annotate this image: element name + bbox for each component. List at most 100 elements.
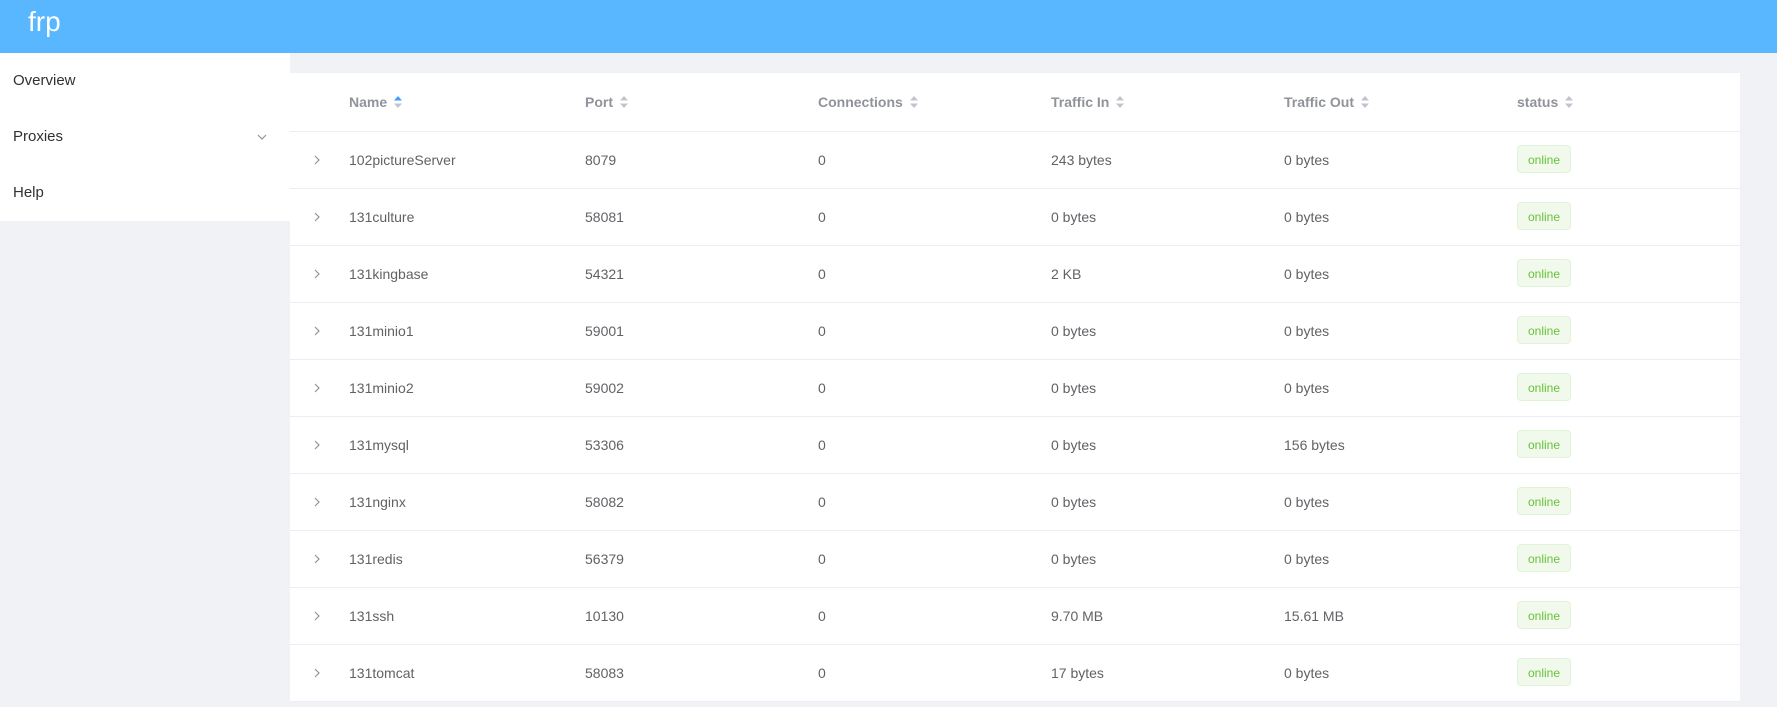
- column-header-connections[interactable]: Connections: [818, 73, 919, 131]
- table-row[interactable]: 131nginx 58082 0 0 bytes 0 bytes online: [290, 474, 1740, 531]
- table-row[interactable]: 131ssh 10130 0 9.70 MB 15.61 MB online: [290, 588, 1740, 645]
- column-header-traffic-out[interactable]: Traffic Out: [1284, 73, 1370, 131]
- status-badge: online: [1517, 202, 1572, 230]
- cell-port: 56379: [585, 551, 624, 567]
- sort-icon[interactable]: [1564, 95, 1574, 109]
- cell-port: 59002: [585, 380, 624, 396]
- cell-name: 131ssh: [349, 608, 395, 624]
- sidebar-menu: Overview Proxies Help: [0, 53, 290, 221]
- table-body: 102pictureServer 8079 0 243 bytes 0 byte…: [290, 132, 1740, 702]
- cell-name: 131minio1: [349, 323, 414, 339]
- expand-chevron-icon[interactable]: [310, 267, 324, 281]
- cell-connections: 0: [818, 152, 826, 168]
- cell-port: 58081: [585, 209, 624, 225]
- cell-traffic-in: 0 bytes: [1051, 551, 1097, 567]
- cell-traffic-in: 243 bytes: [1051, 152, 1112, 168]
- cell-traffic-out: 0 bytes: [1284, 494, 1330, 510]
- status-badge: online: [1517, 145, 1572, 173]
- cell-name: 131kingbase: [349, 266, 429, 282]
- cell-traffic-in: 0 bytes: [1051, 437, 1097, 453]
- sort-icon[interactable]: [909, 95, 919, 109]
- cell-port: 58083: [585, 665, 624, 681]
- cell-port: 10130: [585, 608, 624, 624]
- brand-logo[interactable]: frp: [28, 4, 61, 40]
- table-row[interactable]: 131kingbase 54321 0 2 KB 0 bytes online: [290, 246, 1740, 303]
- table-row[interactable]: 131culture 58081 0 0 bytes 0 bytes onlin…: [290, 189, 1740, 246]
- top-header: frp: [0, 0, 1777, 53]
- cell-connections: 0: [818, 266, 826, 282]
- cell-port: 59001: [585, 323, 624, 339]
- table-row[interactable]: 131mysql 53306 0 0 bytes 156 bytes onlin…: [290, 417, 1740, 474]
- cell-traffic-out: 0 bytes: [1284, 665, 1330, 681]
- cell-port: 53306: [585, 437, 624, 453]
- cell-traffic-in: 0 bytes: [1051, 494, 1097, 510]
- column-header-traffic-in[interactable]: Traffic In: [1051, 73, 1125, 131]
- cell-name: 131tomcat: [349, 665, 415, 681]
- status-badge: online: [1517, 544, 1572, 572]
- table-row[interactable]: 131minio1 59001 0 0 bytes 0 bytes online: [290, 303, 1740, 360]
- cell-connections: 0: [818, 437, 826, 453]
- expand-chevron-icon[interactable]: [310, 153, 324, 167]
- table-row[interactable]: 102pictureServer 8079 0 243 bytes 0 byte…: [290, 132, 1740, 189]
- chevron-down-icon: [257, 134, 267, 140]
- cell-connections: 0: [818, 323, 826, 339]
- cell-port: 54321: [585, 266, 624, 282]
- cell-traffic-out: 0 bytes: [1284, 551, 1330, 567]
- sort-icon[interactable]: [619, 95, 629, 109]
- status-badge: online: [1517, 259, 1572, 287]
- sort-icon[interactable]: [1115, 95, 1125, 109]
- expand-chevron-icon[interactable]: [310, 210, 324, 224]
- expand-chevron-icon[interactable]: [310, 552, 324, 566]
- main-content: Name Port Connections Traffic In Traffic…: [290, 53, 1777, 707]
- cell-connections: 0: [818, 380, 826, 396]
- cell-traffic-out: 0 bytes: [1284, 323, 1330, 339]
- expand-chevron-icon[interactable]: [310, 381, 324, 395]
- cell-traffic-out: 15.61 MB: [1284, 608, 1344, 624]
- expand-chevron-icon[interactable]: [310, 438, 324, 452]
- sidebar-item-overview[interactable]: Overview: [0, 53, 290, 109]
- cell-traffic-out: 0 bytes: [1284, 266, 1330, 282]
- cell-traffic-out: 0 bytes: [1284, 152, 1330, 168]
- sidebar-item-proxies[interactable]: Proxies: [0, 109, 290, 165]
- cell-traffic-in: 0 bytes: [1051, 209, 1097, 225]
- status-badge: online: [1517, 487, 1572, 515]
- status-badge: online: [1517, 658, 1572, 686]
- sidebar-item-label: Proxies: [13, 128, 64, 145]
- table-row[interactable]: 131redis 56379 0 0 bytes 0 bytes online: [290, 531, 1740, 588]
- expand-chevron-icon[interactable]: [310, 324, 324, 338]
- sidebar-item-label: Overview: [13, 72, 76, 89]
- cell-traffic-out: 0 bytes: [1284, 380, 1330, 396]
- status-badge: online: [1517, 601, 1572, 629]
- status-badge: online: [1517, 430, 1572, 458]
- cell-traffic-in: 9.70 MB: [1051, 608, 1104, 624]
- table-header: Name Port Connections Traffic In Traffic…: [290, 73, 1740, 132]
- cell-name: 131culture: [349, 209, 415, 225]
- table-row[interactable]: 131tomcat 58083 0 17 bytes 0 bytes onlin…: [290, 645, 1740, 702]
- cell-connections: 0: [818, 209, 826, 225]
- cell-connections: 0: [818, 494, 826, 510]
- cell-name: 131redis: [349, 551, 403, 567]
- cell-name: 131mysql: [349, 437, 409, 453]
- cell-traffic-in: 2 KB: [1051, 266, 1082, 282]
- expand-chevron-icon[interactable]: [310, 666, 324, 680]
- sidebar-item-label: Help: [13, 184, 44, 201]
- status-badge: online: [1517, 373, 1572, 401]
- cell-name: 131minio2: [349, 380, 414, 396]
- cell-port: 58082: [585, 494, 624, 510]
- cell-traffic-out: 156 bytes: [1284, 437, 1345, 453]
- column-header-status[interactable]: status: [1517, 73, 1574, 131]
- cell-traffic-in: 17 bytes: [1051, 665, 1104, 681]
- status-badge: online: [1517, 316, 1572, 344]
- expand-chevron-icon[interactable]: [310, 609, 324, 623]
- cell-traffic-out: 0 bytes: [1284, 209, 1330, 225]
- column-header-name[interactable]: Name: [349, 73, 403, 131]
- expand-chevron-icon[interactable]: [310, 495, 324, 509]
- sort-ascending-icon[interactable]: [393, 95, 403, 109]
- sort-icon[interactable]: [1360, 95, 1370, 109]
- cell-traffic-in: 0 bytes: [1051, 323, 1097, 339]
- column-header-port[interactable]: Port: [585, 73, 629, 131]
- table-row[interactable]: 131minio2 59002 0 0 bytes 0 bytes online: [290, 360, 1740, 417]
- cell-name: 102pictureServer: [349, 152, 456, 168]
- cell-connections: 0: [818, 665, 826, 681]
- sidebar-item-help[interactable]: Help: [0, 165, 290, 221]
